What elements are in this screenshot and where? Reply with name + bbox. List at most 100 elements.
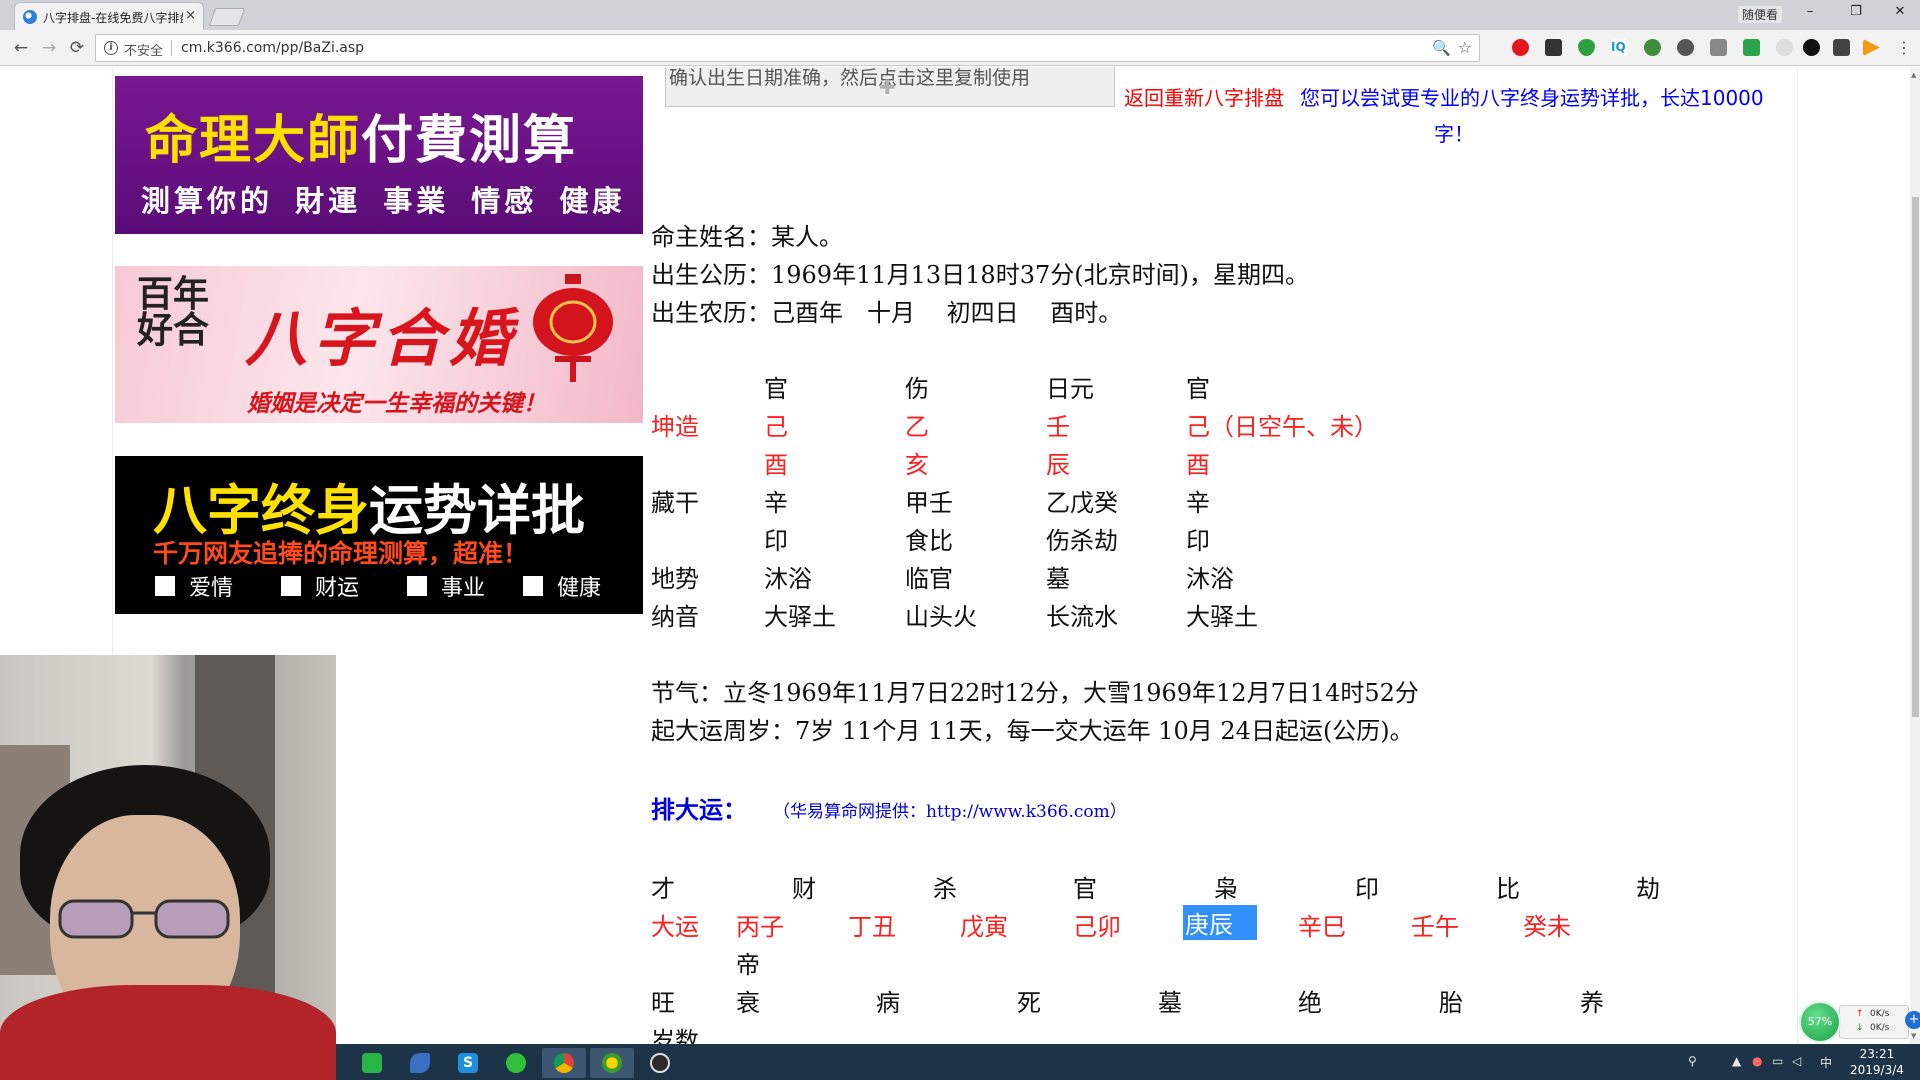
checkbox-icon[interactable] — [523, 576, 543, 596]
person-icon[interactable]: ⚲ — [1688, 1054, 1697, 1068]
circle-icon[interactable] — [1776, 39, 1793, 56]
phone-glyph — [362, 1053, 382, 1073]
info-icon[interactable]: i — [104, 41, 118, 55]
reload-button[interactable]: ⟳ — [66, 37, 88, 59]
phone-app-icon[interactable] — [350, 1048, 394, 1078]
life-stage: 养 — [1580, 989, 1604, 1017]
hidden-stems-label: 藏干 — [651, 489, 699, 517]
banner3-check-wealth[interactable]: 财运 — [281, 570, 359, 602]
opera-icon[interactable] — [1512, 39, 1529, 56]
ad-banner-marriage[interactable]: 百年好合 八字合婚 婚姻是决定一生幸福的关键！ — [115, 266, 643, 423]
pillar-header: 官 — [764, 375, 788, 403]
forward-button[interactable]: → — [38, 37, 60, 59]
chrome-icon[interactable] — [542, 1048, 586, 1078]
life-stage: 衰 — [736, 989, 760, 1017]
arrow-up-icon[interactable]: ▲ — [1732, 1054, 1741, 1068]
bird-app-icon[interactable] — [398, 1048, 442, 1078]
hidden-gods: 伤杀劫 — [1046, 527, 1118, 555]
ball-glyph — [602, 1053, 622, 1073]
banner1-title-yellow: 命理大師 — [145, 110, 362, 171]
tab-strip: 八字排盘-在线免费八字排盘 × 随便看 – ❐ ✕ — [0, 0, 1920, 30]
security-label[interactable]: 不安全 — [124, 40, 163, 59]
luck-god: 杀 — [933, 875, 957, 903]
iq-icon[interactable]: IQ — [1611, 39, 1628, 56]
scroll-thumb[interactable] — [1912, 197, 1919, 717]
major-luck-title: 排大运： — [651, 795, 747, 824]
wechat-glyph — [506, 1053, 526, 1073]
copy-hint-box[interactable]: 确认出生日期准确，然后点击这里复制使用 ✚ — [665, 67, 1115, 107]
heavenly-stem: 己 — [764, 413, 788, 441]
box-icon[interactable] — [1833, 39, 1850, 56]
bookmark-star-icon[interactable]: ☆ — [1458, 38, 1472, 57]
checkbox-icon[interactable] — [407, 576, 427, 596]
luck-di: 帝 — [736, 951, 760, 979]
checkbox-icon[interactable] — [155, 576, 175, 596]
ghost-icon[interactable] — [1545, 39, 1562, 56]
ad-banner-paid-reading[interactable]: 命理大師付費測算 測算你的 財運 事業 情感 健康 — [115, 76, 643, 234]
network-meter-widget[interactable]: ↑ 0K/s ↓ 0K/s 57% + — [1797, 999, 1920, 1044]
hidden-stems: 乙戊癸 — [1046, 489, 1118, 517]
minimize-button[interactable]: – — [1790, 4, 1830, 24]
volume-icon[interactable]: ◁ — [1792, 1054, 1801, 1068]
rebuild-chart-link[interactable]: 返回重新八字排盘 — [1124, 82, 1284, 111]
owner-name: 命主姓名：某人。 — [651, 223, 843, 251]
new-tab-button[interactable] — [208, 8, 246, 26]
qq-icon[interactable]: ● — [1752, 1054, 1762, 1068]
network-speed-panel: ↑ 0K/s ↓ 0K/s — [1839, 1005, 1909, 1039]
windows-taskbar: S ⚲ ▲ ● ▭ ◁ 中 23:21 2019/3/4 — [336, 1044, 1920, 1080]
pillar-header: 日元 — [1046, 375, 1094, 403]
adblock-icon[interactable] — [1743, 39, 1760, 56]
people-icon[interactable] — [1677, 39, 1694, 56]
url-separator — [171, 40, 172, 56]
hidden-stems: 甲壬 — [905, 489, 953, 517]
shield-icon[interactable] — [1578, 39, 1595, 56]
hidden-gods: 印 — [764, 527, 788, 555]
banner3-check-health[interactable]: 健康 — [523, 570, 601, 602]
restore-button[interactable]: ❐ — [1836, 4, 1876, 24]
life-stage: 病 — [876, 989, 900, 1017]
memory-usage-circle[interactable]: 57% — [1799, 1001, 1841, 1043]
profile-button[interactable]: 随便看 — [1738, 6, 1783, 23]
checkbox-icon[interactable] — [281, 576, 301, 596]
network-icon[interactable]: ▭ — [1772, 1054, 1783, 1068]
accelerate-plus-icon[interactable]: + — [1905, 1011, 1920, 1029]
download-arrow-icon: ↓ — [1856, 1023, 1864, 1033]
banner3-check-love[interactable]: 爱情 — [155, 570, 233, 602]
luck-pillar: 辛巳 — [1298, 913, 1346, 941]
zoom-icon[interactable]: 🔍 — [1432, 39, 1451, 57]
download-icon[interactable] — [1710, 39, 1727, 56]
tiktok-icon[interactable] — [1803, 39, 1820, 56]
banner3-check-career[interactable]: 事业 — [407, 570, 485, 602]
luck-pillar: 戊寅 — [960, 913, 1008, 941]
ball-app-icon[interactable] — [590, 1048, 634, 1078]
globe-icon[interactable] — [1644, 39, 1661, 56]
browser-tab[interactable]: 八字排盘-在线免费八字排盘 × — [14, 2, 204, 30]
banner1-title-white: 付費測算 — [361, 110, 578, 171]
page-scrollbar[interactable]: ▲ ▼ — [1910, 67, 1920, 1044]
scroll-up-icon[interactable]: ▲ — [1911, 71, 1916, 79]
close-window-button[interactable]: ✕ — [1880, 4, 1920, 24]
obs-icon[interactable] — [638, 1048, 682, 1078]
url-text[interactable]: cm.k366.com/pp/BaZi.asp — [181, 40, 364, 56]
luck-pillar: 丁丑 — [848, 913, 896, 941]
ime-indicator[interactable]: 中 — [1820, 1054, 1832, 1071]
ad-banner-lifetime-fortune[interactable]: 八字终身运势详批 千万网友追捧的命理测算，超准！ 爱情 财运 事业 健康 — [115, 456, 643, 614]
tab-close-icon[interactable]: × — [185, 8, 196, 23]
s-glyph: S — [458, 1053, 478, 1073]
back-button[interactable]: ← — [10, 37, 32, 59]
wechat-icon[interactable] — [494, 1048, 538, 1078]
detailed-reading-link-cont[interactable]: 字！ — [1434, 118, 1474, 147]
life-stage: 胎 — [1439, 989, 1463, 1017]
system-clock[interactable]: 23:21 2019/3/4 — [1850, 1046, 1904, 1078]
address-bar[interactable]: i 不安全 cm.k366.com/pp/BaZi.asp 🔍 ☆ — [95, 34, 1480, 62]
s-app-icon[interactable]: S — [446, 1048, 490, 1078]
play-icon[interactable] — [1863, 39, 1880, 56]
menu-icon[interactable]: ⋮ — [1893, 37, 1915, 59]
pillar-header: 官 — [1186, 375, 1210, 403]
detailed-reading-link[interactable]: 您可以尝试更专业的八字终身运势详批，长达10000 — [1300, 82, 1764, 111]
site-favicon-icon — [23, 10, 37, 24]
luck-god: 财 — [792, 875, 816, 903]
nayin-label: 纳音 — [651, 603, 699, 631]
chart-gender-label: 坤造 — [651, 413, 699, 441]
banner3-check-label: 爱情 — [189, 576, 234, 601]
